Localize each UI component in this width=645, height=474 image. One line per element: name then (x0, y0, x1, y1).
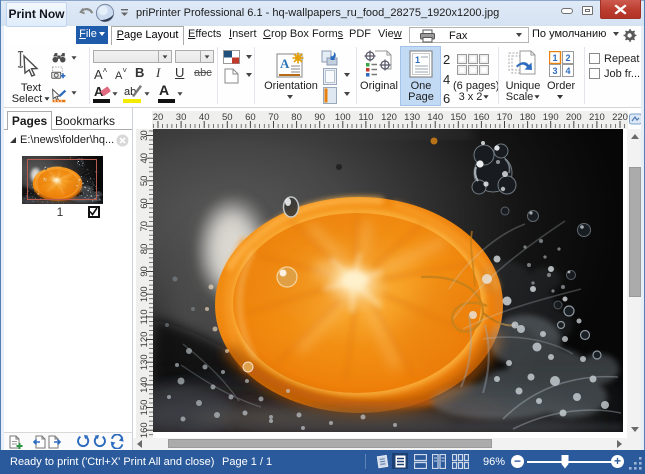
svg-text:4: 4 (565, 66, 570, 76)
svg-text:90: 90 (314, 112, 325, 123)
svg-text:130: 130 (139, 354, 150, 370)
svg-text:A: A (280, 56, 290, 71)
svg-text:120: 120 (381, 112, 397, 123)
svg-text:130: 130 (404, 112, 420, 123)
svg-text:220: 220 (612, 112, 628, 123)
svg-text:70: 70 (139, 221, 150, 232)
svg-text:80: 80 (139, 244, 150, 255)
svg-text:1: 1 (552, 53, 557, 63)
svg-text:30: 30 (176, 112, 187, 123)
svg-text:30: 30 (139, 130, 150, 141)
svg-text:210: 210 (589, 112, 605, 123)
svg-text:140: 140 (427, 112, 443, 123)
svg-text:40: 40 (139, 153, 150, 164)
svg-text:100: 100 (335, 112, 351, 123)
svg-text:150: 150 (450, 112, 466, 123)
svg-text:150: 150 (139, 400, 150, 416)
svg-text:3: 3 (552, 66, 557, 76)
svg-text:50: 50 (222, 112, 233, 123)
svg-text:90: 90 (139, 266, 150, 277)
svg-text:190: 190 (543, 112, 559, 123)
svg-text:50: 50 (139, 176, 150, 187)
svg-text:80: 80 (291, 112, 302, 123)
svg-text:20: 20 (153, 112, 164, 123)
svg-text:60: 60 (245, 112, 256, 123)
svg-text:1: 1 (415, 55, 420, 65)
svg-text:140: 140 (139, 377, 150, 393)
svg-text:160: 160 (473, 112, 489, 123)
svg-text:100: 100 (139, 286, 150, 302)
svg-text:170: 170 (497, 112, 513, 123)
svg-text:180: 180 (520, 112, 536, 123)
svg-text:110: 110 (139, 309, 150, 324)
svg-text:110: 110 (358, 112, 373, 123)
svg-text:200: 200 (566, 112, 582, 123)
svg-text:70: 70 (268, 112, 279, 123)
svg-text:60: 60 (139, 198, 150, 209)
svg-text:160: 160 (139, 422, 150, 438)
svg-text:120: 120 (139, 332, 150, 348)
svg-text:40: 40 (199, 112, 210, 123)
svg-text:2: 2 (565, 53, 570, 63)
